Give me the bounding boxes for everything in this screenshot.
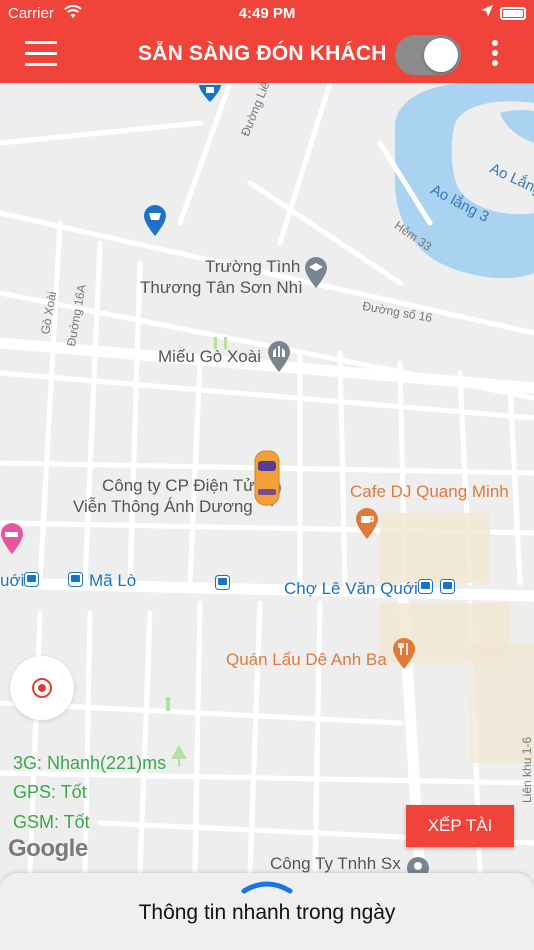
crosshair-icon xyxy=(32,678,52,698)
gsm-status: GSM: Tốt xyxy=(13,812,90,832)
map-label: Trường Tình xyxy=(205,257,301,276)
toggle-knob xyxy=(424,38,458,72)
map-label: Chợ Lê Văn Quới xyxy=(284,579,418,598)
map-label: Công Ty Tnhh Sx xyxy=(270,854,401,873)
queue-button[interactable]: XẾP TÀI xyxy=(406,805,514,847)
ready-toggle-switch[interactable] xyxy=(395,35,461,75)
map-label: Thương Tân Sơn Nhì xyxy=(140,278,303,297)
map-label: uới xyxy=(0,571,25,590)
ready-status-title: SẴN SÀNG ĐÓN KHÁCH xyxy=(138,42,387,65)
map-label: Miếu Gò Xoài xyxy=(158,347,261,366)
network-3g-status: 3G: Nhanh(221)ms xyxy=(13,753,167,773)
map-label: Mã Lò xyxy=(89,571,137,590)
map-view[interactable]: Đường Liên Khu 8-9 Ao Lắng Ao lắng 3 Hẻm… xyxy=(0,83,534,873)
more-options-icon[interactable] xyxy=(492,40,500,72)
quick-info-sheet[interactable]: Thông tin nhanh trong ngày xyxy=(0,873,534,950)
gps-status: GPS: Tốt xyxy=(13,782,87,802)
battery-icon xyxy=(500,7,526,20)
top-app-bar: SẴN SÀNG ĐÓN KHÁCH xyxy=(0,28,534,83)
map-label: Liên khu 1-6 xyxy=(520,736,534,803)
status-bar: Carrier 4:49 PM xyxy=(0,0,534,28)
my-location-button[interactable] xyxy=(10,656,74,720)
location-arrow-icon xyxy=(480,4,494,22)
map-label: Cafe DJ Quang Minh xyxy=(350,482,509,501)
google-logo: Google xyxy=(8,835,88,862)
menu-icon[interactable] xyxy=(25,41,57,69)
status-time: 4:49 PM xyxy=(238,5,296,22)
chevron-up-icon[interactable] xyxy=(240,879,294,900)
map-label: Công ty CP Điện Tử xyxy=(102,476,255,495)
quick-info-title: Thông tin nhanh trong ngày xyxy=(138,901,396,924)
map-label: Viễn Thông Ánh Dương xyxy=(73,497,253,516)
map-label: Quán Lẩu Dê Anh Ba xyxy=(226,650,387,669)
